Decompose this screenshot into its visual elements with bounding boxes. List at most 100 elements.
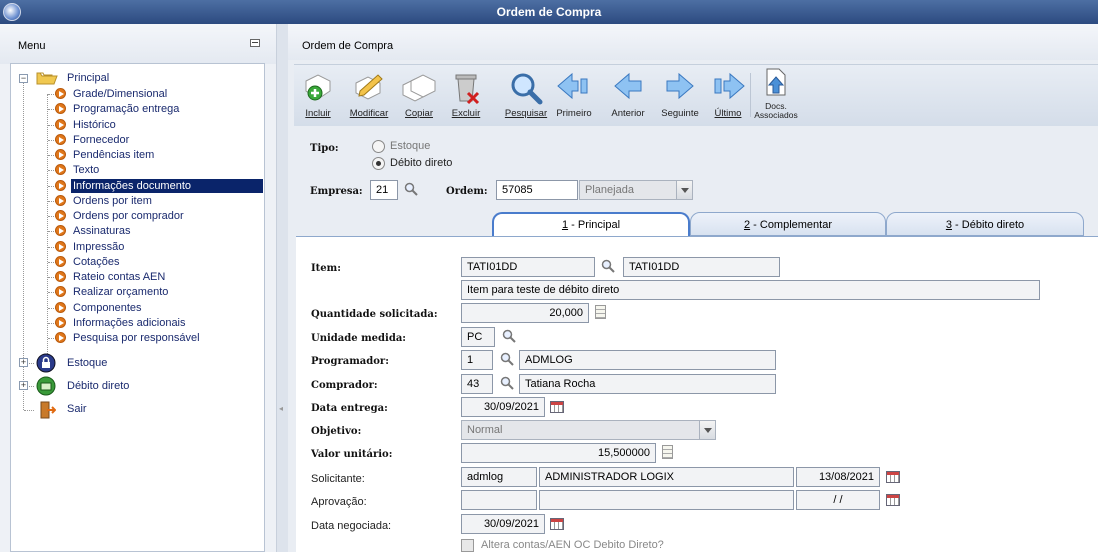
- quantidade-field[interactable]: 20,000: [461, 303, 589, 323]
- tree-item[interactable]: Texto: [71, 163, 101, 177]
- aprovacao-name-field[interactable]: [539, 490, 794, 510]
- tree-item[interactable]: Programação entrega: [71, 102, 181, 116]
- chevron-down-icon[interactable]: [699, 421, 715, 439]
- calendar-icon[interactable]: [550, 401, 564, 413]
- tree-item[interactable]: Pesquisa por responsável: [71, 331, 202, 345]
- arrow-right-icon: [55, 118, 66, 130]
- calendar-icon[interactable]: [886, 471, 900, 483]
- comprador-name-field[interactable]: Tatiana Rocha: [519, 374, 776, 394]
- aprovacao-user-field[interactable]: [461, 490, 537, 510]
- calendar-icon[interactable]: [550, 518, 564, 530]
- valor-unitario-field[interactable]: 15,500000: [461, 443, 656, 463]
- tree-group-estoque[interactable]: Estoque: [65, 356, 109, 370]
- excluir-label: Excluir: [451, 108, 481, 119]
- tree-item-sair[interactable]: Sair: [65, 402, 89, 416]
- empresa-label: Empresa:: [310, 186, 363, 197]
- solicitante-user-field[interactable]: admlog: [461, 467, 537, 487]
- tipo-option-debito-direto: Débito direto: [390, 157, 453, 169]
- tree-item[interactable]: Ordens por comprador: [71, 209, 186, 223]
- splitter-handle[interactable]: ◂: [276, 24, 288, 552]
- incluir-button[interactable]: Incluir: [298, 65, 338, 125]
- tree-item[interactable]: Impressão: [71, 240, 126, 254]
- toolbar: Incluir Modificar Copiar Excluir Pesquis…: [294, 64, 1098, 126]
- excluir-button[interactable]: Excluir: [446, 65, 486, 125]
- add-document-icon: [305, 74, 331, 101]
- aprovacao-date-field[interactable]: / /: [796, 490, 880, 510]
- tree-item[interactable]: Assinaturas: [71, 224, 132, 238]
- quantidade-label: Quantidade solicitada:: [311, 309, 438, 320]
- tree-item[interactable]: Fornecedor: [71, 133, 131, 147]
- tree-item[interactable]: Ordens por item: [71, 194, 154, 208]
- tab-complementar[interactable]: 2 - Complementar: [690, 212, 886, 236]
- menu-header: Menu: [0, 24, 276, 64]
- tree-item[interactable]: Pendências item: [71, 148, 156, 162]
- money-icon: [36, 376, 56, 396]
- calendar-icon[interactable]: [886, 494, 900, 506]
- arrow-right-icon: [55, 133, 66, 145]
- panel-title: Ordem de Compra: [302, 40, 394, 52]
- copiar-button[interactable]: Copiar: [398, 65, 440, 125]
- search-icon[interactable]: [502, 329, 516, 343]
- solicitante-date-field[interactable]: 13/08/2021: [796, 467, 880, 487]
- ultimo-button[interactable]: Último: [708, 65, 748, 125]
- anterior-button[interactable]: Anterior: [606, 65, 650, 125]
- modificar-button[interactable]: Modificar: [342, 65, 396, 125]
- data-negociada-label: Data negociada:: [311, 520, 392, 532]
- tab-debito-direto[interactable]: 3 - Débito direto: [886, 212, 1084, 236]
- tree-item[interactable]: Rateio contas AEN: [71, 270, 167, 284]
- tree-item[interactable]: Informações adicionais: [71, 316, 188, 330]
- docs-associados-button[interactable]: Docs. Associados: [754, 65, 798, 125]
- programador-code-field[interactable]: 1: [461, 350, 493, 370]
- item-code-field[interactable]: TATI01DD: [461, 257, 595, 277]
- data-negociada-field[interactable]: 30/09/2021: [461, 514, 545, 534]
- minimize-icon[interactable]: [250, 39, 260, 47]
- seguinte-label: Seguinte: [661, 108, 699, 119]
- item-description-field[interactable]: Item para teste de débito direto: [461, 280, 1040, 300]
- solicitante-name-field[interactable]: ADMINISTRADOR LOGIX: [539, 467, 794, 487]
- chevron-down-icon[interactable]: [676, 181, 692, 199]
- tree-line: [24, 410, 34, 411]
- expand-icon[interactable]: +: [19, 381, 28, 390]
- programador-name-field[interactable]: ADMLOG: [519, 350, 776, 370]
- unidade-label: Unidade medida:: [311, 333, 406, 344]
- status-select[interactable]: Planejada: [579, 180, 693, 200]
- item-label: Item:: [311, 263, 341, 274]
- seguinte-button[interactable]: Seguinte: [658, 65, 702, 125]
- arrow-right-icon: [55, 271, 66, 282]
- search-icon[interactable]: [500, 352, 514, 366]
- data-entrega-field[interactable]: 30/09/2021: [461, 397, 545, 417]
- tree-item[interactable]: Componentes: [71, 301, 144, 315]
- tree-item[interactable]: Grade/Dimensional: [71, 87, 169, 101]
- pesquisar-button[interactable]: Pesquisar: [502, 65, 550, 125]
- arrow-right-icon: [55, 103, 66, 115]
- ordem-field[interactable]: 57085: [496, 180, 578, 200]
- tree-item[interactable]: Realizar orçamento: [71, 285, 170, 299]
- item-code2-field[interactable]: TATI01DD: [623, 257, 780, 277]
- app-icon[interactable]: [3, 3, 21, 21]
- collapse-icon[interactable]: −: [19, 74, 28, 83]
- tipo-radio-debito-direto[interactable]: [372, 157, 385, 170]
- tree-group-debito-direto[interactable]: Débito direto: [65, 379, 131, 393]
- ultimo-label: Último: [714, 108, 742, 119]
- notepad-icon[interactable]: [595, 305, 606, 319]
- tree-item[interactable]: Histórico: [71, 118, 118, 132]
- expand-icon[interactable]: +: [19, 358, 28, 367]
- arrow-right-icon: [55, 88, 66, 99]
- tipo-radio-estoque[interactable]: [372, 140, 385, 153]
- tree-item[interactable]: Informações documento: [71, 178, 263, 193]
- comprador-code-field[interactable]: 43: [461, 374, 493, 394]
- notepad-icon[interactable]: [662, 445, 673, 459]
- empresa-field[interactable]: 21: [370, 180, 398, 200]
- altera-contas-checkbox[interactable]: [461, 539, 474, 552]
- search-icon[interactable]: [500, 376, 514, 390]
- tab-principal[interactable]: 1 - Principal: [492, 212, 690, 236]
- primeiro-button[interactable]: Primeiro: [552, 65, 596, 125]
- search-icon[interactable]: [601, 259, 615, 273]
- main-pane: Ordem de Compra Incluir Modificar Copiar: [288, 24, 1098, 552]
- search-icon[interactable]: [404, 182, 418, 196]
- unidade-field[interactable]: PC: [461, 327, 495, 347]
- objetivo-select[interactable]: Normal: [461, 420, 716, 440]
- tree-item[interactable]: Cotações: [71, 255, 121, 269]
- tree-root-principal[interactable]: Principal: [65, 71, 111, 85]
- title-bar: Ordem de Compra: [0, 0, 1098, 24]
